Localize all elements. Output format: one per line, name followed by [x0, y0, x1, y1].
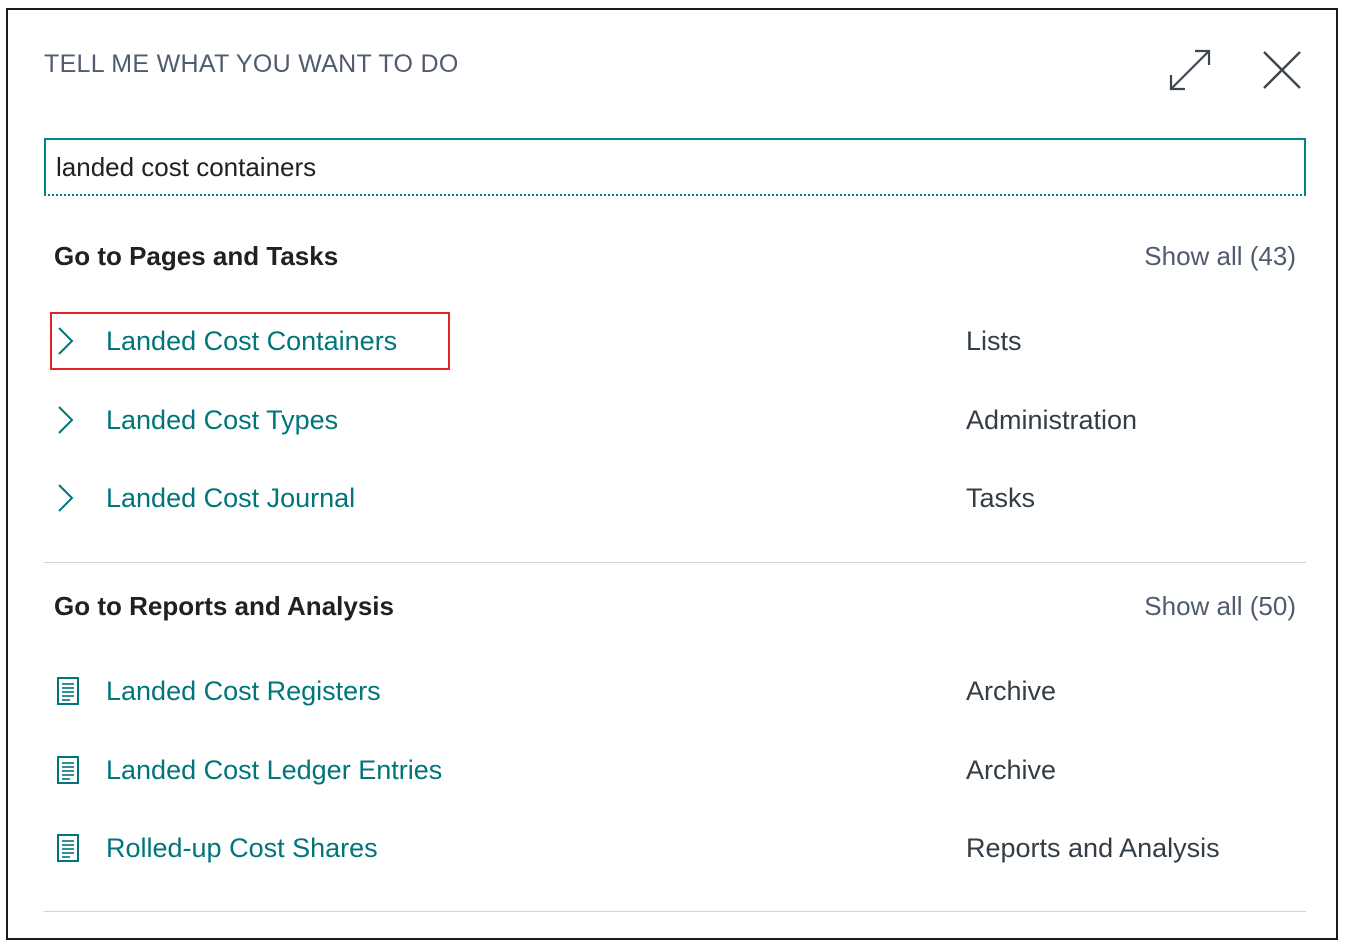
- report-document-icon: [56, 671, 96, 711]
- result-row-landed-cost-ledger-entries[interactable]: Landed Cost Ledger Entries Archive: [54, 743, 1296, 797]
- section-divider: [44, 911, 1306, 912]
- dialog-title: TELL ME WHAT YOU WANT TO DO: [44, 50, 459, 78]
- result-category: Reports and Analysis: [966, 832, 1220, 863]
- result-label[interactable]: Landed Cost Containers: [106, 326, 397, 357]
- tell-me-dialog: TELL ME WHAT YOU WANT TO DO Go to Pages …: [6, 8, 1338, 940]
- chevron-right-icon: [56, 478, 96, 518]
- report-document-icon: [56, 750, 96, 790]
- close-button[interactable]: [1258, 46, 1306, 94]
- expand-diagonal-icon: [1169, 49, 1211, 91]
- result-label[interactable]: Landed Cost Registers: [106, 676, 381, 707]
- pages-section-title: Go to Pages and Tasks: [54, 240, 339, 271]
- result-label[interactable]: Landed Cost Ledger Entries: [106, 755, 442, 786]
- result-label[interactable]: Rolled-up Cost Shares: [106, 833, 378, 864]
- section-divider: [44, 562, 1306, 563]
- result-category: Archive: [966, 675, 1057, 706]
- result-row-rolled-up-cost-shares[interactable]: Rolled-up Cost Shares Reports and Analys…: [54, 821, 1296, 875]
- reports-show-all-link[interactable]: Show all (50): [1144, 591, 1296, 622]
- result-category: Lists: [966, 325, 1022, 356]
- search-input[interactable]: [46, 140, 1304, 194]
- expand-button[interactable]: [1166, 46, 1214, 94]
- report-document-icon: [56, 828, 96, 868]
- result-label[interactable]: Landed Cost Types: [106, 405, 338, 436]
- result-label[interactable]: Landed Cost Journal: [106, 483, 355, 514]
- result-category: Administration: [966, 404, 1138, 435]
- reports-section-title: Go to Reports and Analysis: [54, 590, 394, 621]
- result-row-landed-cost-types[interactable]: Landed Cost Types Administration: [54, 393, 1296, 447]
- chevron-right-icon: [56, 400, 96, 440]
- result-row-landed-cost-journal[interactable]: Landed Cost Journal Tasks: [54, 471, 1296, 525]
- result-row-landed-cost-containers[interactable]: Landed Cost Containers Lists: [54, 314, 1296, 368]
- chevron-right-icon: [56, 321, 96, 361]
- result-row-landed-cost-registers[interactable]: Landed Cost Registers Archive: [54, 664, 1296, 718]
- reports-section-header: Go to Reports and Analysis Show all (50): [54, 586, 1296, 626]
- search-field[interactable]: [44, 138, 1306, 196]
- close-x-icon: [1263, 51, 1301, 89]
- result-category: Archive: [966, 754, 1057, 785]
- pages-show-all-link[interactable]: Show all (43): [1144, 241, 1296, 272]
- pages-section-header: Go to Pages and Tasks Show all (43): [54, 236, 1296, 276]
- result-category: Tasks: [966, 482, 1036, 513]
